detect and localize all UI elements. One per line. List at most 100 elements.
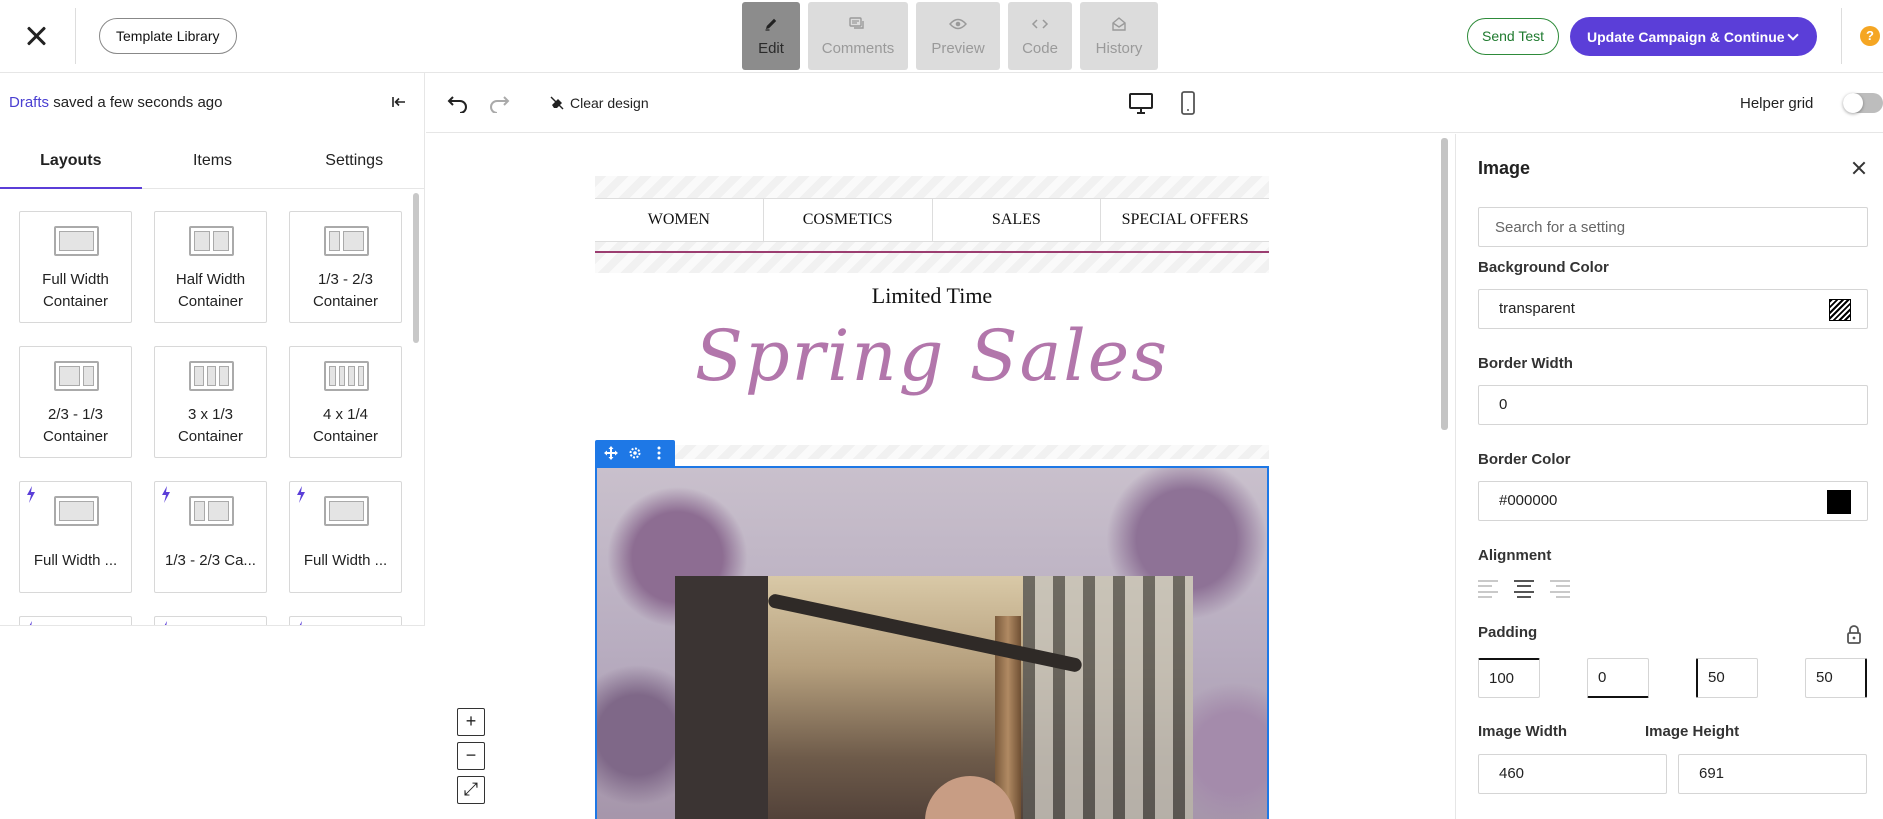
tab-label: Preview <box>931 39 985 57</box>
border-color-field[interactable]: #000000 <box>1478 481 1868 521</box>
padding-bottom-input[interactable]: 0 <box>1587 658 1649 698</box>
color-swatch[interactable] <box>1827 490 1851 514</box>
layout-tile-three-columns[interactable]: 3 x 1/3 Container <box>154 346 267 458</box>
layout-tile-third-two-thirds[interactable]: 1/3 - 2/3 Container <box>289 211 402 323</box>
tile-label: Full Width Container <box>42 271 109 310</box>
email-nav-item[interactable]: WOMEN <box>595 199 764 241</box>
tab-preview[interactable]: Preview <box>916 2 1000 70</box>
desktop-icon[interactable] <box>1129 93 1153 115</box>
panel-title: Image <box>1478 158 1531 178</box>
alignment-options <box>1478 580 1570 598</box>
selected-image-block[interactable] <box>595 466 1269 819</box>
helper-grid-toggle[interactable] <box>1843 93 1883 113</box>
align-center-icon[interactable] <box>1514 580 1534 598</box>
close-icon[interactable] <box>22 22 50 50</box>
layout-tile-premium[interactable] <box>154 616 267 625</box>
layout-tile-two-thirds-third[interactable]: 2/3 - 1/3 Container <box>19 346 132 458</box>
setting-search-input[interactable] <box>1478 207 1868 247</box>
third-two-thirds-icon <box>324 226 369 256</box>
tile-label: Full Width ... <box>303 552 388 569</box>
align-left-icon[interactable] <box>1478 580 1498 598</box>
left-tabs: Layouts Items Settings <box>0 133 424 189</box>
layout-tile-premium[interactable]: 1/3 - 2/3 Ca... <box>154 481 267 593</box>
redo-icon[interactable] <box>487 93 511 113</box>
align-right-icon[interactable] <box>1550 580 1570 598</box>
tile-label: 2/3 - 1/3 Container <box>42 406 109 445</box>
tile-label: Half Width Container <box>175 271 246 310</box>
tab-label: Comments <box>821 39 895 57</box>
lock-icon[interactable] <box>1846 624 1862 644</box>
help-icon[interactable]: ? <box>1860 26 1880 46</box>
padding-right-input[interactable]: 50 <box>1805 658 1867 698</box>
pencil-icon <box>762 16 780 32</box>
padding-top-input[interactable]: 100 <box>1478 658 1540 698</box>
image-width-input[interactable]: 460 <box>1478 754 1667 794</box>
card-layout-icon <box>189 496 234 526</box>
background-color-value: transparent <box>1499 300 1575 317</box>
draft-status: Drafts saved a few seconds ago <box>9 94 222 111</box>
spacer-row <box>595 253 1269 273</box>
layout-tile-four-columns[interactable]: 4 x 1/4 Container <box>289 346 402 458</box>
gear-icon[interactable] <box>627 445 643 461</box>
send-test-button[interactable]: Send Test <box>1467 18 1559 55</box>
email-nav-item[interactable]: SPECIAL OFFERS <box>1101 199 1269 241</box>
fit-screen-button[interactable]: ⤢ <box>457 776 485 804</box>
padding-label: Padding <box>1478 624 1538 641</box>
tag-layout-icon <box>324 496 369 526</box>
drafts-link[interactable]: Drafts <box>9 94 49 111</box>
tab-items[interactable]: Items <box>142 133 284 188</box>
undo-icon[interactable] <box>446 93 470 113</box>
tab-history[interactable]: History <box>1080 2 1158 70</box>
layout-tile-premium[interactable] <box>289 616 402 625</box>
layout-tile-full-width[interactable]: Full Width Container <box>19 211 132 323</box>
lightning-icon <box>297 486 305 503</box>
border-width-value: 0 <box>1499 396 1508 413</box>
spacer-row <box>595 445 1269 459</box>
product-image[interactable] <box>675 576 1193 819</box>
close-icon[interactable] <box>1851 160 1867 176</box>
lightning-icon <box>162 486 170 503</box>
mode-tabs: Edit Comments Preview Code History <box>742 2 1158 70</box>
email-nav: WOMEN COSMETICS SALES SPECIAL OFFERS <box>595 198 1269 242</box>
scrollbar[interactable] <box>413 193 419 343</box>
tab-code[interactable]: Code <box>1008 2 1072 70</box>
transparent-swatch-icon[interactable] <box>1829 299 1851 321</box>
border-width-field[interactable]: 0 <box>1478 385 1868 425</box>
zoom-out-button[interactable]: − <box>457 742 485 770</box>
scrollbar[interactable] <box>1441 138 1448 430</box>
update-campaign-button[interactable]: Update Campaign & Continue <box>1570 17 1817 56</box>
padding-left-input[interactable]: 50 <box>1696 658 1758 698</box>
tab-label: Code <box>1022 39 1058 57</box>
image-height-input[interactable]: 691 <box>1678 754 1867 794</box>
background-color-label: Background Color <box>1478 259 1609 276</box>
background-color-field[interactable]: transparent <box>1478 289 1868 329</box>
top-bar: Template Library Edit Comments Preview C… <box>0 0 1883 73</box>
tab-edit[interactable]: Edit <box>742 2 800 70</box>
hero-text-block[interactable]: Limited Time Spring Sales <box>595 273 1269 445</box>
divider <box>1841 8 1842 64</box>
lightning-icon <box>29 621 32 625</box>
tile-label: 4 x 1/4 Container <box>312 406 379 445</box>
limited-time-text: Limited Time <box>871 283 993 308</box>
template-library-button[interactable]: Template Library <box>99 18 237 54</box>
clear-design-button[interactable]: Clear design <box>550 95 649 111</box>
tab-comments[interactable]: Comments <box>808 2 908 70</box>
code-icon <box>1031 16 1049 32</box>
layout-tile-premium[interactable] <box>19 616 132 625</box>
layout-tile-half-width[interactable]: Half Width Container <box>154 211 267 323</box>
zoom-in-button[interactable]: + <box>457 708 485 736</box>
tab-settings[interactable]: Settings <box>283 133 424 188</box>
mobile-icon[interactable] <box>1181 91 1195 115</box>
more-vertical-icon[interactable] <box>651 445 667 461</box>
spacer-row <box>595 176 1269 198</box>
tab-layouts[interactable]: Layouts <box>0 133 142 189</box>
email-nav-item[interactable]: SALES <box>933 199 1102 241</box>
email-nav-item[interactable]: COSMETICS <box>764 199 933 241</box>
tile-label: 3 x 1/3 Container <box>177 406 244 445</box>
chevron-down-icon[interactable] <box>1787 29 1799 41</box>
half-width-icon <box>189 226 234 256</box>
layout-tile-premium[interactable]: Full Width ... <box>19 481 132 593</box>
collapse-panel-icon[interactable] <box>391 94 407 110</box>
layout-tile-premium[interactable]: Full Width ... <box>289 481 402 593</box>
move-icon[interactable] <box>603 445 619 461</box>
